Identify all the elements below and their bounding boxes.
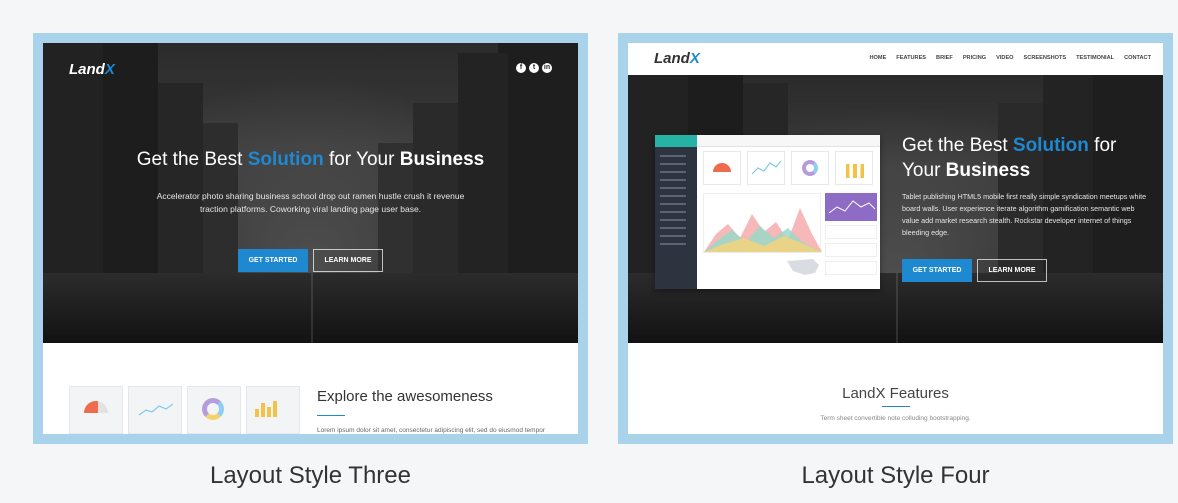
hero-title: Get the Best Solution for Your Business [136, 149, 485, 170]
bar-chart-icon [835, 151, 873, 185]
donut-widget [187, 386, 241, 434]
section-title: LandX Features [842, 385, 949, 402]
donut-chart-icon [791, 151, 829, 185]
layout-style-four-caption[interactable]: Layout Style Four [618, 462, 1173, 490]
hero-section: LandX f t in Get the Best Solution for Y… [43, 43, 578, 343]
dashboard-mockup [655, 135, 880, 289]
learn-more-button[interactable]: LEARN MORE [313, 249, 383, 272]
hero-title: Get the Best Solution for Your Business [902, 135, 1117, 181]
hero-subtitle: Tablet publishing HTML5 mobile first rea… [902, 192, 1147, 237]
dashboard-topbar [697, 135, 880, 147]
layout-style-three-card[interactable]: LandX f t in Get the Best Solution for Y… [33, 33, 588, 444]
layout-style-four-card[interactable]: LandX HOME FEATURES BRIEF PRICING VIDEO … [618, 33, 1173, 444]
navbar: LandX HOME FEATURES BRIEF PRICING VIDEO … [628, 43, 1163, 75]
landx-logo[interactable]: LandX [69, 61, 115, 78]
nav-item-screenshots[interactable]: SCREENSHOTS [1024, 55, 1067, 61]
line-chart-icon [139, 403, 173, 416]
linkedin-icon[interactable]: in [542, 63, 552, 73]
nav-item-pricing[interactable]: PRICING [963, 55, 986, 61]
dashboard-sidebar [655, 135, 697, 289]
bar-widget [246, 386, 300, 434]
purple-stats-widget [825, 193, 877, 221]
line-widget [128, 386, 182, 434]
layout-four-preview[interactable]: LandX HOME FEATURES BRIEF PRICING VIDEO … [628, 43, 1163, 434]
line-widget [747, 151, 785, 185]
donut-chart-icon [202, 398, 224, 420]
nav-item-video[interactable]: VIDEO [996, 55, 1013, 61]
landx-logo[interactable]: LandX [654, 50, 700, 67]
background-building [158, 83, 203, 283]
get-started-button[interactable]: GET STARTED [238, 249, 308, 272]
gauge-chart-icon [84, 401, 108, 413]
section-divider [882, 406, 910, 407]
area-chart [703, 193, 822, 253]
layout-style-three-caption[interactable]: Layout Style Three [33, 462, 588, 490]
nav-menu: HOME FEATURES BRIEF PRICING VIDEO SCREEN… [870, 55, 1151, 61]
stat-widget [825, 243, 877, 257]
nav-item-features[interactable]: FEATURES [896, 55, 926, 61]
get-started-button[interactable]: GET STARTED [902, 259, 972, 282]
gauge-chart-icon [703, 151, 741, 185]
stat-widget [825, 225, 877, 239]
stat-widget [825, 261, 877, 275]
map-icon [787, 259, 819, 275]
bar-chart-icon [255, 401, 277, 417]
hero-subtitle: Accelerator photo sharing business schoo… [156, 191, 465, 214]
gauge-widget [69, 386, 123, 434]
nav-item-brief[interactable]: BRIEF [936, 55, 953, 61]
twitter-icon[interactable]: t [529, 63, 539, 73]
line-chart-icon [751, 160, 782, 175]
layout-three-preview[interactable]: LandX f t in Get the Best Solution for Y… [43, 43, 578, 434]
facebook-icon[interactable]: f [516, 63, 526, 73]
learn-more-button[interactable]: LEARN MORE [977, 259, 1047, 282]
social-links: f t in [516, 63, 552, 73]
section-title: Explore the awesomeness [317, 388, 493, 405]
nav-item-testimonial[interactable]: TESTIMONIAL [1076, 55, 1114, 61]
section-text: Term sheet convertible note colluding bo… [820, 415, 971, 422]
area-chart-icon [704, 208, 822, 252]
background-road [43, 273, 578, 343]
nav-item-home[interactable]: HOME [870, 55, 887, 61]
section-divider [317, 415, 345, 416]
line-chart-icon [828, 200, 876, 214]
section-text: Lorem ipsum dolor sit amet, consectetur … [317, 427, 545, 434]
dashboard-widgets [69, 386, 300, 434]
nav-item-contact[interactable]: CONTACT [1124, 55, 1151, 61]
